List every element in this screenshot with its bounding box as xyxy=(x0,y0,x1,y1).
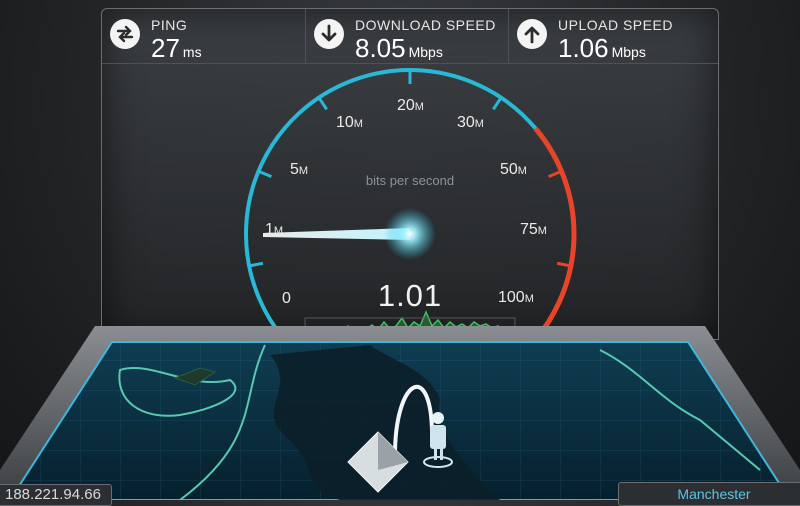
tick-label-20m: 20M xyxy=(397,97,424,115)
tick-number-0: 0 xyxy=(282,290,291,307)
tick-number-50m: 50 xyxy=(500,161,518,178)
tick-number-100m: 100 xyxy=(498,289,525,306)
tick-suffix-100m: M xyxy=(524,293,534,305)
tick-label-5m: 5M xyxy=(290,161,308,179)
tick-number-5m: 5 xyxy=(290,161,299,178)
tick-label-50m: 50M xyxy=(500,161,527,179)
gauge-tick-mark xyxy=(548,169,563,178)
tick-label-10m: 10M xyxy=(336,114,363,132)
gauge-needle xyxy=(263,208,436,260)
tick-suffix-20m: M xyxy=(414,101,424,113)
tick-label-75m: 75M xyxy=(520,221,547,239)
server-city-label[interactable]: Manchester xyxy=(618,482,800,506)
tick-suffix-50m: M xyxy=(517,165,527,177)
tick-label-0: 0 xyxy=(282,290,291,308)
server-map xyxy=(0,326,800,500)
tick-suffix-5m: M xyxy=(298,165,309,177)
tick-number-30m: 30 xyxy=(457,114,475,131)
current-speed-readout: 1.01 xyxy=(377,278,443,313)
tick-suffix-10m: M xyxy=(353,118,363,130)
tick-label-100m: 100M xyxy=(498,289,534,307)
ip-address-label: 188.221.94.66 xyxy=(0,484,112,506)
tick-number-20m: 20 xyxy=(397,97,415,114)
tick-suffix-1m: M xyxy=(273,225,284,237)
needle-hub-glow xyxy=(384,208,436,260)
tick-label-30m: 30M xyxy=(457,114,484,132)
tick-number-1m: 1 xyxy=(265,221,274,238)
tick-suffix-75m: M xyxy=(537,225,547,237)
tick-number-10m: 10 xyxy=(336,114,354,131)
gauge-tick-mark xyxy=(257,169,272,178)
gauge-tick-mark xyxy=(317,96,328,111)
tick-suffix-30m: M xyxy=(474,118,484,130)
tick-number-75m: 75 xyxy=(520,221,538,238)
gauge-tick-mark xyxy=(248,261,264,268)
gauge-caption: bits per second xyxy=(365,173,455,188)
tick-label-1m: 1M xyxy=(265,221,283,239)
gauge-tick-mark xyxy=(492,96,503,111)
